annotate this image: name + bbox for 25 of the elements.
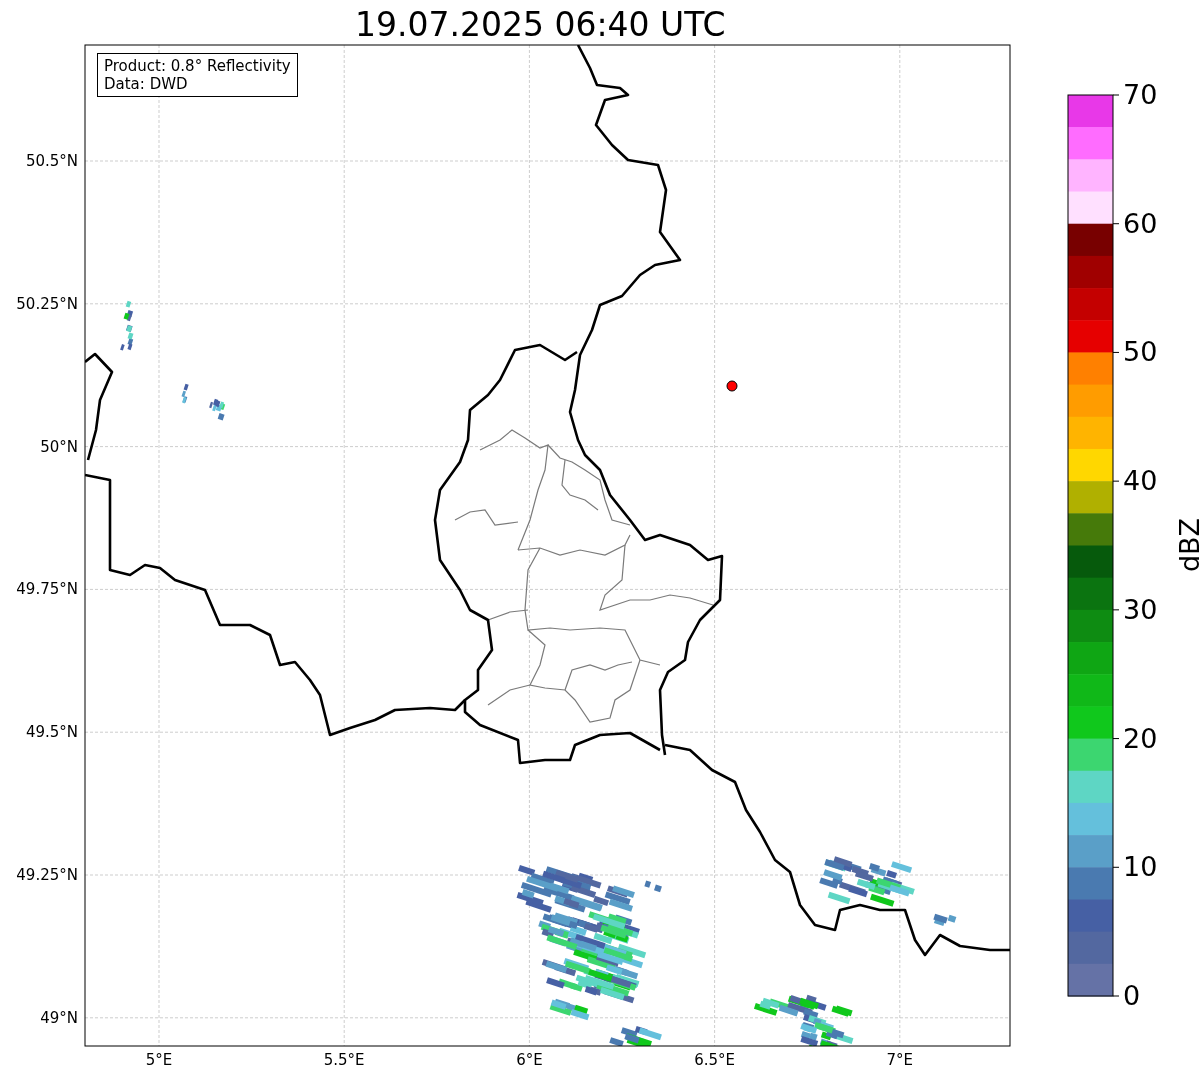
y-tick-label: 49.25°N	[16, 866, 78, 884]
y-tick-label: 50°N	[40, 437, 78, 456]
x-tick-label: 6.5°E	[694, 1051, 735, 1069]
x-tick-label: 6°E	[516, 1051, 543, 1069]
colorbar-tick-label: 10	[1123, 852, 1158, 883]
colorbar-tick-label: 20	[1123, 723, 1158, 754]
x-tick-label: 5.5°E	[323, 1051, 365, 1069]
x-tick-label: 5°E	[145, 1051, 173, 1069]
chart-title: 19.07.2025 06:40 UTC	[355, 4, 726, 46]
y-tick-label: 50.5°N	[25, 152, 78, 170]
y-tick-label: 50.25°N	[16, 294, 78, 313]
y-tick-label: 49.5°N	[25, 723, 78, 742]
colorbar-tick-label: 50	[1123, 337, 1158, 368]
colorbar-tick-label: 30	[1123, 594, 1158, 625]
colorbar-tick-label: 60	[1123, 208, 1158, 239]
location-marker	[726, 380, 738, 392]
info-text: Data: DWD	[104, 75, 189, 93]
colorbar-tick-label: 70	[1123, 80, 1158, 110]
colorbar-label: dBZ	[1175, 517, 1202, 573]
y-tick-label: 49.75°N	[16, 580, 78, 599]
info-text: Product: 0.8° Reflectivity	[104, 57, 291, 75]
colorbar-tick-label: 0	[1123, 981, 1141, 1011]
colorbar-tick-label: 40	[1123, 466, 1158, 497]
x-tick-label: 7°E	[886, 1051, 914, 1069]
y-tick-label: 49°N	[40, 1008, 78, 1027]
